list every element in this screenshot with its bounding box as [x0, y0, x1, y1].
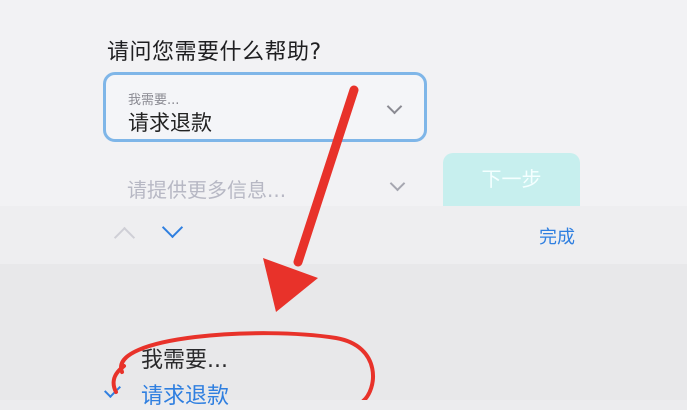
help-form: 请问您需要什么帮助? 我需要... 请求退款 请提供更多信息... 下一步: [0, 0, 687, 206]
chevron-down-icon: [386, 98, 403, 115]
need-select-label: 我需要...: [128, 93, 180, 108]
more-info-placeholder: 请提供更多信息...: [127, 178, 287, 202]
done-button[interactable]: 完成: [539, 223, 575, 249]
chevron-down-icon[interactable]: [161, 216, 184, 239]
chevron-down-icon: [389, 175, 406, 192]
option-picker: 我需要... 请求退款: [0, 264, 687, 409]
more-info-field[interactable]: 请提供更多信息...: [103, 164, 427, 208]
question-title: 请问您需要什么帮助?: [107, 40, 322, 65]
chevron-up-icon[interactable]: [113, 226, 136, 249]
keyboard-toolbar: 完成: [0, 206, 687, 264]
need-select-value: 请求退款: [128, 111, 212, 135]
next-button[interactable]: 下一步: [443, 153, 580, 206]
picker-option-refund[interactable]: 请求退款: [141, 378, 229, 410]
checkmark-icon: [104, 381, 121, 398]
need-select[interactable]: 我需要... 请求退款: [103, 72, 427, 142]
picker-header: 我需要...: [141, 348, 228, 373]
